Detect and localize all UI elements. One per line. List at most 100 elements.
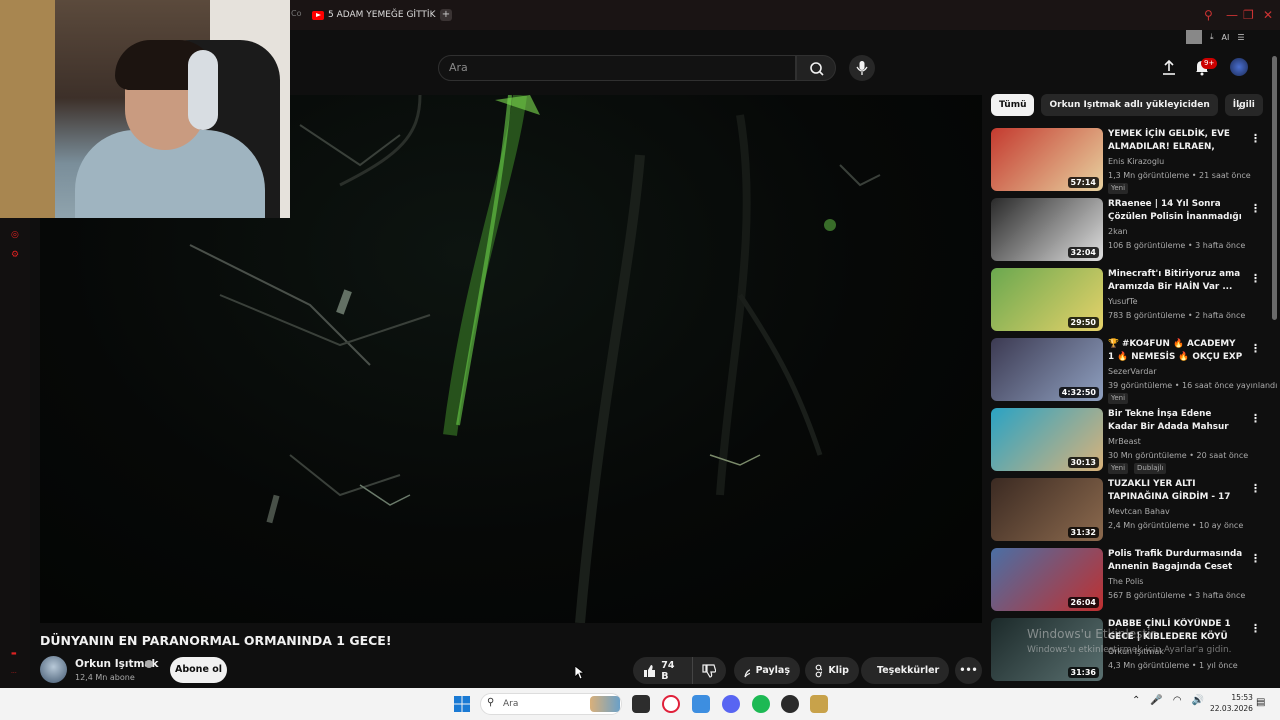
recommendation-title[interactable]: 🏆 #KO4FUN 🔥 ACADEMY 1 🔥 NEMESİS 🔥 OKÇU E… <box>1108 338 1243 364</box>
sidebar-icon-bottom-2[interactable]: ··· <box>11 670 17 677</box>
account-avatar[interactable] <box>1230 58 1248 76</box>
thanks-button[interactable]: Teşekkürler <box>861 657 949 684</box>
new-badge: Yeni <box>1108 463 1129 474</box>
taskbar-search-icon: ⚲ <box>487 697 495 708</box>
menu-icon[interactable]: ☰ <box>1237 33 1244 42</box>
subscribe-button[interactable]: Abone ol <box>170 657 227 683</box>
subscriber-count: 12,4 Mn abone <box>75 673 135 682</box>
chevron-up-icon[interactable]: ⌃ <box>1132 695 1140 706</box>
ai-button[interactable]: AI <box>1222 33 1230 42</box>
opera-gx-icon[interactable] <box>662 695 680 713</box>
video-duration: 4:32:50 <box>1058 387 1099 398</box>
video-duration: 31:36 <box>1067 667 1099 678</box>
video-thumbnail[interactable]: 30:13 <box>991 408 1103 471</box>
obs-icon[interactable] <box>781 695 799 713</box>
prev-tab-fragment[interactable]: Co <box>291 9 301 18</box>
video-thumbnail[interactable]: 4:32:50 <box>991 338 1103 401</box>
recommendation-channel[interactable]: 2kan <box>1108 227 1128 236</box>
settings-app-icon[interactable] <box>692 695 710 713</box>
video-thumbnail[interactable]: 32:04 <box>991 198 1103 261</box>
notification-center-icon[interactable]: ▤ <box>1256 697 1265 708</box>
more-vertical-icon[interactable]: ⋮ <box>1250 342 1261 355</box>
recommendation-channel[interactable]: The Polis <box>1108 577 1143 586</box>
more-vertical-icon[interactable]: ⋮ <box>1250 482 1261 495</box>
discord-icon[interactable] <box>722 695 740 713</box>
spotify-icon[interactable] <box>752 695 770 713</box>
video-thumbnail[interactable]: 57:14 <box>991 128 1103 191</box>
recommendation-item[interactable]: 26:04 Polis Trafik Durdurmasında Annenin … <box>991 548 1266 617</box>
recommendation-item[interactable]: 57:14 YEMEK İÇİN GELDİK, EVE ALMADILAR! E… <box>991 128 1266 197</box>
minimize-icon[interactable]: — <box>1226 8 1238 22</box>
recommendation-item[interactable]: 30:13 Bir Tekne İnşa Edene Kadar Bir Adad… <box>991 408 1266 477</box>
extension-thumbnail[interactable] <box>1186 30 1202 44</box>
video-thumbnail[interactable]: 29:50 <box>991 268 1103 331</box>
more-vertical-icon[interactable]: ⋮ <box>1250 132 1261 145</box>
recommendation-channel[interactable]: MrBeast <box>1108 437 1141 446</box>
recommendation-title[interactable]: Minecraft'ı Bitiriyoruz ama Aramızda Bir… <box>1108 268 1243 294</box>
search-icon[interactable]: ⚲ <box>1204 8 1213 22</box>
clip-button[interactable]: Klip <box>805 657 859 684</box>
browser-tab[interactable]: 5 ADAM YEMEĞE GİTTİK <box>312 5 435 25</box>
scrollbar[interactable] <box>1272 56 1277 320</box>
microphone-tray-icon[interactable]: 🎤 <box>1150 695 1162 706</box>
recommendation-title[interactable]: Bir Tekne İnşa Edene Kadar Bir Adada Mah… <box>1108 408 1243 434</box>
new-tab-button[interactable]: + <box>440 9 452 21</box>
recommendation-meta: 567 B görüntüleme • 3 hafta önce <box>1108 591 1246 600</box>
taskbar-clock[interactable]: 15:53 22.03.2026 <box>1210 692 1253 714</box>
share-label: Paylaş <box>755 665 790 676</box>
maximize-icon[interactable]: ❐ <box>1243 8 1254 22</box>
recommendation-title[interactable]: YEMEK İÇİN GELDİK, EVE ALMADILAR! ELRAEN… <box>1108 128 1243 154</box>
dubbed-badge: Dublajlı <box>1134 463 1167 474</box>
download-icon[interactable]: ⤓ <box>1210 32 1214 42</box>
close-icon[interactable]: ✕ <box>1263 8 1273 22</box>
settings-icon[interactable]: ⚙ <box>11 250 19 260</box>
recommendation-channel[interactable]: Enis Kirazoglu <box>1108 157 1164 166</box>
recommendation-channel[interactable]: YusufTe <box>1108 297 1138 306</box>
sidebar-icon-bottom-1[interactable]: ▬ <box>11 650 17 657</box>
channel-avatar[interactable] <box>40 656 67 683</box>
more-actions-button[interactable]: ••• <box>955 657 982 684</box>
task-view-icon[interactable] <box>632 695 650 713</box>
like-button[interactable]: 74 B <box>633 657 692 684</box>
game-launcher-icon[interactable] <box>810 695 828 713</box>
chip-from-uploader[interactable]: Orkun Işıtmak adlı yükleyiciden <box>1041 94 1218 116</box>
sidebar-icon-1[interactable]: ◎ <box>11 230 19 240</box>
more-vertical-icon[interactable]: ⋮ <box>1250 622 1261 635</box>
video-thumbnail[interactable]: 31:32 <box>991 478 1103 541</box>
search-input[interactable]: Ara <box>438 55 796 81</box>
tab-title: 5 ADAM YEMEĞE GİTTİK <box>328 10 436 20</box>
dislike-button[interactable] <box>692 657 726 684</box>
recommendation-item[interactable]: 4:32:50 🏆 #KO4FUN 🔥 ACADEMY 1 🔥 NEMESİS 🔥… <box>991 338 1277 407</box>
recommendation-item[interactable]: 29:50 Minecraft'ı Bitiriyoruz ama Aramızd… <box>991 268 1266 337</box>
recommendation-title[interactable]: Polis Trafik Durdurmasında Annenin Bagaj… <box>1108 548 1243 574</box>
wifi-icon[interactable]: ◠ <box>1173 695 1182 706</box>
video-thumbnail[interactable]: 26:04 <box>991 548 1103 611</box>
more-vertical-icon[interactable]: ⋮ <box>1250 272 1261 285</box>
more-vertical-icon[interactable]: ⋮ <box>1250 202 1261 215</box>
recommendation-meta: 1,3 Mn görüntüleme • 21 saat önce <box>1108 171 1251 180</box>
recommendation-title[interactable]: RRaenee | 14 Yıl Sonra Çözülen Polisin İ… <box>1108 198 1243 224</box>
scissors-icon <box>815 664 823 677</box>
voice-search-button[interactable] <box>849 55 875 81</box>
chip-all[interactable]: Tümü <box>991 94 1035 116</box>
share-button[interactable]: Paylaş <box>734 657 800 684</box>
video-duration: 57:14 <box>1067 177 1099 188</box>
search-highlight-image <box>590 696 620 712</box>
chevron-right-icon[interactable]: › <box>1237 100 1242 114</box>
more-vertical-icon[interactable]: ⋮ <box>1250 552 1261 565</box>
recommendation-item[interactable]: 31:32 TUZAKLI YER ALTI TAPINAĞINA GİRDİM … <box>991 478 1266 547</box>
recommendation-channel[interactable]: SezerVardar <box>1108 367 1157 376</box>
recommendation-channel[interactable]: Mevtcan Bahav <box>1108 507 1170 516</box>
recommendation-item[interactable]: 32:04 RRaenee | 14 Yıl Sonra Çözülen Poli… <box>991 198 1266 267</box>
video-duration: 29:50 <box>1067 317 1099 328</box>
recommendation-title[interactable]: TUZAKLI YER ALTI TAPINAĞINA GİRDİM - 17 … <box>1108 478 1243 504</box>
upload-icon[interactable] <box>1160 58 1178 76</box>
like-count: 74 B <box>661 659 675 682</box>
new-badge: Yeni <box>1108 393 1129 404</box>
search-button[interactable] <box>796 55 836 81</box>
windows-start-icon[interactable] <box>454 696 470 712</box>
more-vertical-icon[interactable]: ⋮ <box>1250 412 1261 425</box>
volume-icon[interactable]: 🔊 <box>1192 695 1204 706</box>
chip-related[interactable]: İlgili <box>1224 94 1263 116</box>
recommendation-meta: 30 Mn görüntüleme • 20 saat önce <box>1108 451 1249 460</box>
